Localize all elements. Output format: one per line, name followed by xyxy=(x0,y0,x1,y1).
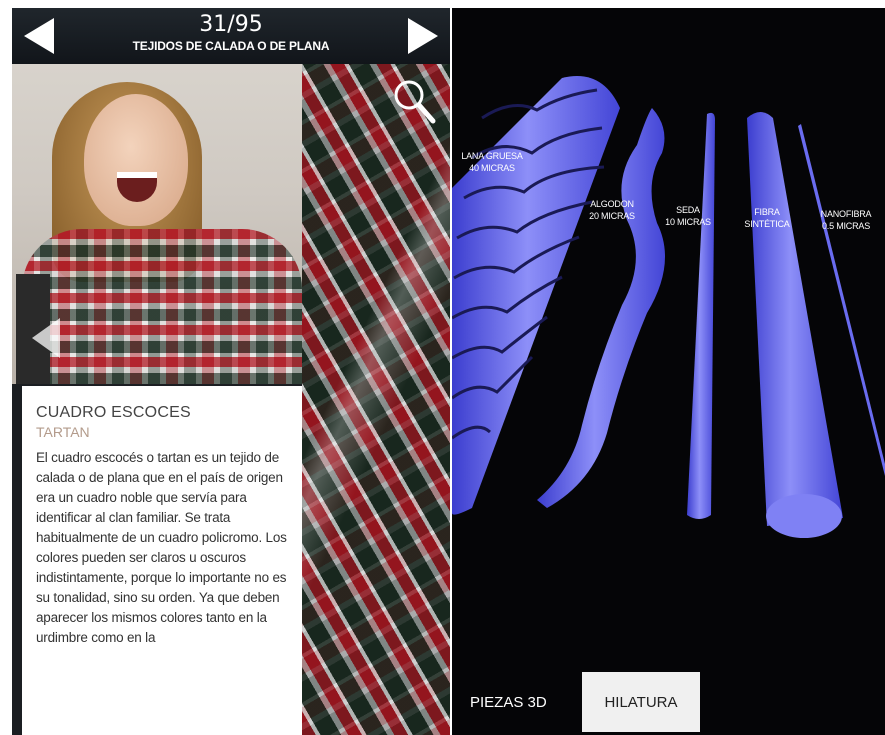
fiber-name: LANA GRUESA xyxy=(461,151,523,161)
fiber-size: 20 MICRAS xyxy=(589,211,635,221)
next-arrow-icon[interactable] xyxy=(408,18,438,54)
tartan-fabric-image xyxy=(302,64,450,735)
fiber-name: NANOFIBRA xyxy=(820,209,872,219)
header-bar: 31/95 TEJIDOS DE CALADA O DE PLANA xyxy=(12,8,450,64)
text-fade-overlay xyxy=(22,656,302,735)
fiber-size: 0.5 MICRAS xyxy=(821,221,870,231)
back-arrow-icon[interactable] xyxy=(32,318,60,358)
fiber-size: 40 MICRAS xyxy=(469,163,515,173)
card-title: CUADRO ESCOCES xyxy=(36,404,191,421)
fiber-3d-view[interactable] xyxy=(452,8,885,735)
fiber-label-nanofiber: NANOFIBRA 0.5 MICRAS xyxy=(808,208,884,232)
fiber-label-cotton: ALGODON 20 MICRAS xyxy=(580,198,644,222)
fiber-label-silk: SEDA 10 MICRAS xyxy=(660,204,716,228)
section-title: TEJIDOS DE CALADA O DE PLANA xyxy=(132,39,330,53)
fiber-name: ALGODON xyxy=(590,199,634,209)
tartan-dress xyxy=(22,229,302,384)
fiber-size: 10 MICRAS xyxy=(665,217,711,227)
fiber-name: FIBRA xyxy=(754,207,780,217)
card-subtitle: TARTAN xyxy=(36,424,90,440)
photo-face xyxy=(84,94,188,226)
page-counter: 31/95 xyxy=(199,12,263,37)
tab-hilatura[interactable]: HILATURA xyxy=(582,672,700,732)
card-body-text: El cuadro escocés o tartan es un tejido … xyxy=(36,450,287,645)
silk-fiber xyxy=(687,112,715,519)
synthetic-fiber xyxy=(747,112,843,538)
fiber-size: SINTÉTICA xyxy=(744,219,790,229)
search-icon[interactable] xyxy=(392,78,436,130)
fiber-label-wool: LANA GRUESA 40 MICRAS xyxy=(452,150,532,174)
tab-piezas-3d[interactable]: PIEZAS 3D xyxy=(470,694,547,711)
fiber-name: SEDA xyxy=(676,205,700,215)
description-card: CUADRO ESCOCES TARTAN El cuadro escocés … xyxy=(22,386,302,735)
fiber-label-synthetic: FIBRA SINTÉTICA xyxy=(742,206,792,230)
fiber-3d-panel: LANA GRUESA 40 MICRAS ALGODON 20 MICRAS … xyxy=(452,8,885,735)
left-panel: 31/95 TEJIDOS DE CALADA O DE PLANA CUADR… xyxy=(12,8,450,735)
